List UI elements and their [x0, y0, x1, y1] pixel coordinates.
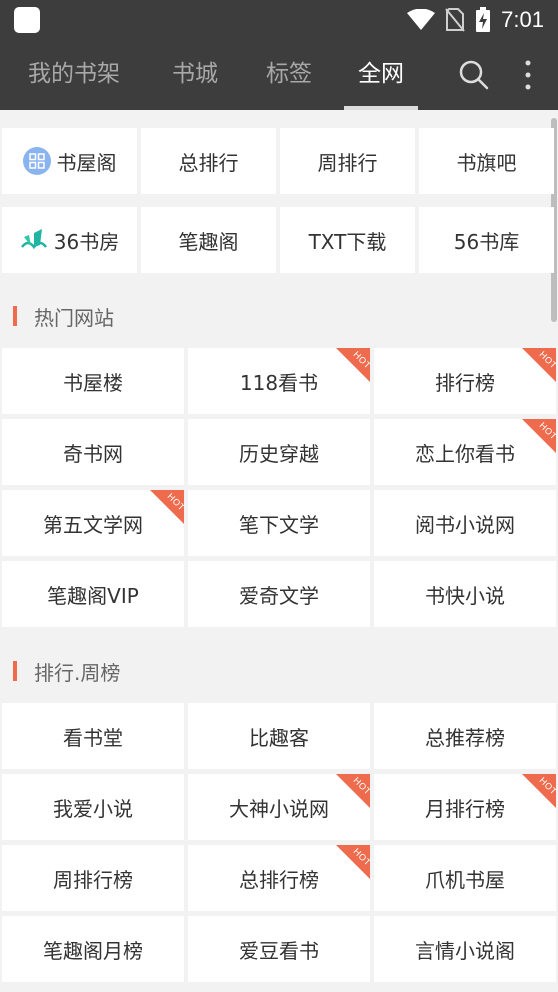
quick-link-label: TXT下载	[308, 229, 387, 254]
site-link-item[interactable]: 书屋楼	[2, 348, 184, 414]
status-icons: 7:01	[407, 6, 544, 34]
site-link-label: 我爱小说	[53, 796, 133, 821]
grid-circle-icon	[22, 147, 51, 175]
site-link-label: 笔趣阁VIP	[47, 583, 139, 608]
site-link-label: 奇书网	[63, 441, 123, 466]
site-link-item[interactable]: 看书堂	[2, 703, 184, 769]
quick-link-label: 书旗吧	[456, 150, 517, 175]
quick-link-item[interactable]: 书屋阁	[2, 128, 137, 194]
site-link-item[interactable]: 周排行榜	[2, 845, 184, 911]
site-link-item[interactable]: 我爱小说	[2, 774, 184, 840]
quick-link-label: 56书库	[453, 229, 520, 254]
site-link-item[interactable]: 笔趣阁月榜	[2, 916, 184, 982]
quick-link-label: 书屋阁	[56, 150, 117, 175]
site-link-label: 118看书	[239, 370, 319, 395]
tab-bookstore[interactable]: 书城	[152, 40, 238, 110]
battery-charging-icon	[476, 7, 491, 32]
site-link-label: 爱奇文学	[239, 583, 319, 608]
site-link-label: 总排行榜	[239, 867, 319, 892]
tab-tags[interactable]: 标签	[246, 40, 332, 110]
site-link-label: 比趣客	[249, 725, 309, 750]
site-link-label: 阅书小说网	[415, 512, 515, 537]
quick-link-item[interactable]: 总排行	[141, 128, 276, 194]
site-link-label: 笔趣阁月榜	[43, 938, 143, 963]
quick-link-item[interactable]: 36书房	[2, 207, 137, 273]
app-header: 我的书架 书城 标签 全网	[0, 40, 558, 110]
section-accent-bar	[13, 306, 17, 326]
no-sim-icon	[445, 8, 465, 32]
site-link-item[interactable]: 爪机书屋	[374, 845, 556, 911]
status-time: 7:01	[501, 7, 544, 32]
quick-link-item[interactable]: 笔趣阁	[141, 207, 276, 273]
site-link-label: 排行榜	[435, 370, 495, 395]
site-link-item[interactable]: 第五文学网 HOT	[2, 490, 184, 556]
site-link-label: 笔下文学	[239, 512, 319, 537]
section-title: 热门网站	[34, 305, 114, 330]
site-link-item[interactable]: 比趣客	[188, 703, 370, 769]
active-tab-indicator	[344, 106, 418, 110]
site-link-item[interactable]: 历史穿越	[188, 419, 370, 485]
section-header-weekly-ranking: 排行.周榜	[0, 644, 558, 698]
site-link-label: 言情小说阁	[415, 938, 515, 963]
site-link-item[interactable]: 恋上你看书 HOT	[374, 419, 556, 485]
site-link-item[interactable]: 排行榜 HOT	[374, 348, 556, 414]
site-link-label: 爱豆看书	[239, 938, 319, 963]
quick-link-label: 总排行	[178, 150, 239, 175]
quick-link-item[interactable]: TXT下载	[280, 207, 415, 273]
site-link-label: 周排行榜	[53, 867, 133, 892]
book-feather-icon	[20, 227, 48, 253]
site-link-label: 总推荐榜	[425, 725, 505, 750]
site-link-item[interactable]: 书快小说	[374, 561, 556, 627]
quick-link-label: 周排行	[317, 150, 378, 175]
site-link-item[interactable]: 总推荐榜	[374, 703, 556, 769]
site-link-label: 第五文学网	[43, 512, 143, 537]
site-link-item[interactable]: 总排行榜 HOT	[188, 845, 370, 911]
more-options-icon[interactable]	[518, 59, 538, 91]
quick-link-item[interactable]: 周排行	[280, 128, 415, 194]
site-link-item[interactable]: 言情小说阁	[374, 916, 556, 982]
site-link-item[interactable]: 118看书 HOT	[188, 348, 370, 414]
site-link-item[interactable]: 爱豆看书	[188, 916, 370, 982]
quick-link-label: 36书房	[53, 229, 120, 254]
site-link-item[interactable]: 爱奇文学	[188, 561, 370, 627]
site-link-label: 大神小说网	[229, 796, 329, 821]
site-link-item[interactable]: 阅书小说网	[374, 490, 556, 556]
app-notification-icon	[14, 7, 40, 33]
quick-link-item[interactable]: 书旗吧	[419, 128, 554, 194]
site-link-label: 月排行榜	[425, 796, 505, 821]
site-link-label: 爪机书屋	[425, 867, 505, 892]
tab-all-web[interactable]: 全网	[338, 40, 424, 110]
search-icon[interactable]	[458, 59, 490, 91]
site-link-label: 看书堂	[63, 725, 123, 750]
tab-bookshelf[interactable]: 我的书架	[10, 40, 138, 110]
site-link-item[interactable]: 月排行榜 HOT	[374, 774, 556, 840]
site-link-item[interactable]: 大神小说网 HOT	[188, 774, 370, 840]
site-link-label: 恋上你看书	[415, 441, 515, 466]
quick-link-label: 笔趣阁	[178, 229, 239, 254]
section-title: 排行.周榜	[34, 660, 121, 685]
site-link-item[interactable]: 笔趣阁VIP	[2, 561, 184, 627]
status-bar: 7:01	[0, 0, 558, 40]
section-accent-bar	[13, 661, 17, 681]
wifi-icon	[407, 9, 436, 30]
site-link-item[interactable]: 笔下文学	[188, 490, 370, 556]
quick-link-item[interactable]: 56书库	[419, 207, 554, 273]
site-link-label: 书快小说	[425, 583, 505, 608]
site-link-item[interactable]: 奇书网	[2, 419, 184, 485]
section-header-hot-sites: 热门网站	[0, 289, 558, 343]
site-link-label: 书屋楼	[63, 370, 123, 395]
site-link-label: 历史穿越	[239, 441, 319, 466]
